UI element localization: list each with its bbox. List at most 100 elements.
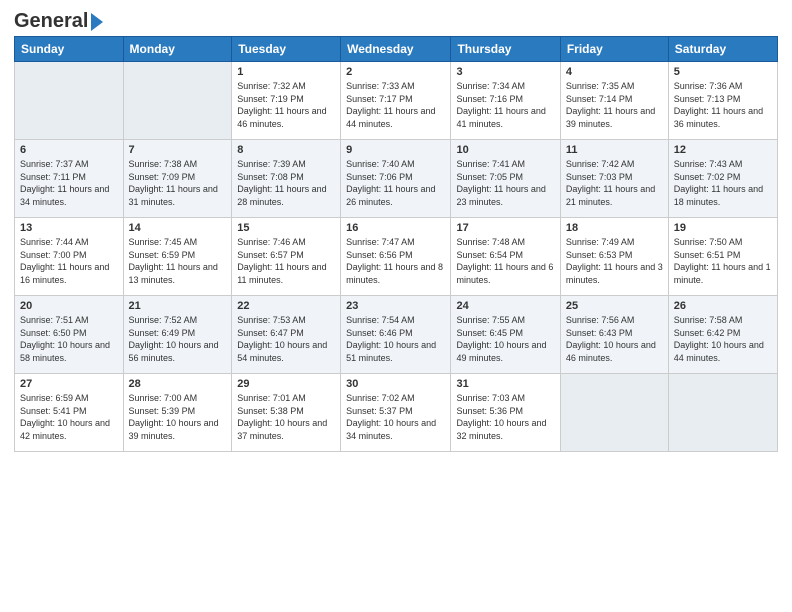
- day-cell: [123, 62, 232, 140]
- day-info: Sunrise: 7:02 AM Sunset: 5:37 PM Dayligh…: [346, 392, 445, 442]
- day-cell: 5 Sunrise: 7:36 AM Sunset: 7:13 PM Daylig…: [668, 62, 777, 140]
- day-cell: 26 Sunrise: 7:58 AM Sunset: 6:42 PM Dayli…: [668, 296, 777, 374]
- day-cell: 24Sunrise: 7:55 AM Sunset: 6:45 PM Dayli…: [451, 296, 560, 374]
- day-info: Sunrise: 7:01 AM Sunset: 5:38 PM Dayligh…: [237, 392, 335, 442]
- day-info: Sunrise: 7:03 AM Sunset: 5:36 PM Dayligh…: [456, 392, 554, 442]
- day-info: Sunrise: 7:32 AM Sunset: 7:19 PM Dayligh…: [237, 80, 335, 130]
- day-cell: 17 Sunrise: 7:48 AM Sunset: 6:54 PM Dayli…: [451, 218, 560, 296]
- day-number: 12: [674, 144, 772, 156]
- week-row-1: 6 Sunrise: 7:37 AM Sunset: 7:11 PM Daylig…: [15, 140, 778, 218]
- day-cell: 15Sunrise: 7:46 AM Sunset: 6:57 PM Dayli…: [232, 218, 341, 296]
- col-header-wednesday: Wednesday: [341, 37, 451, 62]
- day-number: 5: [674, 66, 772, 78]
- day-number: 24: [456, 300, 554, 312]
- day-number: 28: [129, 378, 227, 390]
- day-info: Sunrise: 7:43 AM Sunset: 7:02 PM Dayligh…: [674, 158, 772, 208]
- day-info: Sunrise: 7:58 AM Sunset: 6:42 PM Dayligh…: [674, 314, 772, 364]
- day-number: 20: [20, 300, 118, 312]
- day-number: 9: [346, 144, 445, 156]
- day-number: 16: [346, 222, 445, 234]
- day-number: 6: [20, 144, 118, 156]
- day-cell: 16 Sunrise: 7:47 AM Sunset: 6:56 PM Dayli…: [341, 218, 451, 296]
- day-info: Sunrise: 7:51 AM Sunset: 6:50 PM Dayligh…: [20, 314, 118, 364]
- day-cell: 1 Sunrise: 7:32 AM Sunset: 7:19 PM Daylig…: [232, 62, 341, 140]
- col-header-tuesday: Tuesday: [232, 37, 341, 62]
- day-info: Sunrise: 7:38 AM Sunset: 7:09 PM Dayligh…: [129, 158, 227, 208]
- day-number: 26: [674, 300, 772, 312]
- day-cell: 3 Sunrise: 7:34 AM Sunset: 7:16 PM Daylig…: [451, 62, 560, 140]
- day-cell: [668, 374, 777, 452]
- day-info: Sunrise: 7:37 AM Sunset: 7:11 PM Dayligh…: [20, 158, 118, 208]
- day-info: Sunrise: 7:42 AM Sunset: 7:03 PM Dayligh…: [566, 158, 663, 208]
- day-cell: 12 Sunrise: 7:43 AM Sunset: 7:02 PM Dayli…: [668, 140, 777, 218]
- day-cell: 30 Sunrise: 7:02 AM Sunset: 5:37 PM Dayli…: [341, 374, 451, 452]
- day-cell: 4 Sunrise: 7:35 AM Sunset: 7:14 PM Daylig…: [560, 62, 668, 140]
- day-info: Sunrise: 7:52 AM Sunset: 6:49 PM Dayligh…: [129, 314, 227, 364]
- day-info: Sunrise: 7:53 AM Sunset: 6:47 PM Dayligh…: [237, 314, 335, 364]
- week-row-4: 27 Sunrise: 6:59 AM Sunset: 5:41 PM Dayli…: [15, 374, 778, 452]
- day-cell: 20 Sunrise: 7:51 AM Sunset: 6:50 PM Dayli…: [15, 296, 124, 374]
- day-cell: 28 Sunrise: 7:00 AM Sunset: 5:39 PM Dayli…: [123, 374, 232, 452]
- day-number: 4: [566, 66, 663, 78]
- day-info: Sunrise: 7:54 AM Sunset: 6:46 PM Dayligh…: [346, 314, 445, 364]
- day-number: 23: [346, 300, 445, 312]
- day-info: Sunrise: 6:59 AM Sunset: 5:41 PM Dayligh…: [20, 392, 118, 442]
- day-info: Sunrise: 7:56 AM Sunset: 6:43 PM Dayligh…: [566, 314, 663, 364]
- logo-arrow-icon: [91, 13, 103, 31]
- day-info: Sunrise: 7:44 AM Sunset: 7:00 PM Dayligh…: [20, 236, 118, 286]
- day-cell: 8 Sunrise: 7:39 AM Sunset: 7:08 PM Daylig…: [232, 140, 341, 218]
- day-info: Sunrise: 7:41 AM Sunset: 7:05 PM Dayligh…: [456, 158, 554, 208]
- day-number: 19: [674, 222, 772, 234]
- day-cell: 23 Sunrise: 7:54 AM Sunset: 6:46 PM Dayli…: [341, 296, 451, 374]
- day-info: Sunrise: 7:00 AM Sunset: 5:39 PM Dayligh…: [129, 392, 227, 442]
- day-cell: 31 Sunrise: 7:03 AM Sunset: 5:36 PM Dayli…: [451, 374, 560, 452]
- day-number: 1: [237, 66, 335, 78]
- day-number: 7: [129, 144, 227, 156]
- day-cell: [560, 374, 668, 452]
- header-row: SundayMondayTuesdayWednesdayThursdayFrid…: [15, 37, 778, 62]
- day-number: 22: [237, 300, 335, 312]
- day-cell: 9Sunrise: 7:40 AM Sunset: 7:06 PM Daylig…: [341, 140, 451, 218]
- day-number: 30: [346, 378, 445, 390]
- col-header-friday: Friday: [560, 37, 668, 62]
- day-cell: 21 Sunrise: 7:52 AM Sunset: 6:49 PM Dayli…: [123, 296, 232, 374]
- day-cell: 25 Sunrise: 7:56 AM Sunset: 6:43 PM Dayli…: [560, 296, 668, 374]
- day-number: 2: [346, 66, 445, 78]
- day-info: Sunrise: 7:45 AM Sunset: 6:59 PM Dayligh…: [129, 236, 227, 286]
- day-info: Sunrise: 7:34 AM Sunset: 7:16 PM Dayligh…: [456, 80, 554, 130]
- day-info: Sunrise: 7:47 AM Sunset: 6:56 PM Dayligh…: [346, 236, 445, 286]
- day-cell: 7 Sunrise: 7:38 AM Sunset: 7:09 PM Daylig…: [123, 140, 232, 218]
- day-number: 10: [456, 144, 554, 156]
- day-number: 11: [566, 144, 663, 156]
- day-number: 18: [566, 222, 663, 234]
- day-number: 21: [129, 300, 227, 312]
- day-info: Sunrise: 7:49 AM Sunset: 6:53 PM Dayligh…: [566, 236, 663, 286]
- col-header-sunday: Sunday: [15, 37, 124, 62]
- day-info: Sunrise: 7:39 AM Sunset: 7:08 PM Dayligh…: [237, 158, 335, 208]
- week-row-0: 1 Sunrise: 7:32 AM Sunset: 7:19 PM Daylig…: [15, 62, 778, 140]
- day-number: 8: [237, 144, 335, 156]
- day-cell: 18 Sunrise: 7:49 AM Sunset: 6:53 PM Dayli…: [560, 218, 668, 296]
- day-info: Sunrise: 7:48 AM Sunset: 6:54 PM Dayligh…: [456, 236, 554, 286]
- day-info: Sunrise: 7:35 AM Sunset: 7:14 PM Dayligh…: [566, 80, 663, 130]
- header: General: [14, 10, 778, 30]
- day-number: 25: [566, 300, 663, 312]
- day-number: 3: [456, 66, 554, 78]
- day-number: 27: [20, 378, 118, 390]
- day-info: Sunrise: 7:46 AM Sunset: 6:57 PM Dayligh…: [237, 236, 335, 286]
- day-cell: 22 Sunrise: 7:53 AM Sunset: 6:47 PM Dayli…: [232, 296, 341, 374]
- day-cell: 13 Sunrise: 7:44 AM Sunset: 7:00 PM Dayli…: [15, 218, 124, 296]
- day-info: Sunrise: 7:36 AM Sunset: 7:13 PM Dayligh…: [674, 80, 772, 130]
- day-number: 14: [129, 222, 227, 234]
- day-number: 29: [237, 378, 335, 390]
- day-cell: 6 Sunrise: 7:37 AM Sunset: 7:11 PM Daylig…: [15, 140, 124, 218]
- day-number: 17: [456, 222, 554, 234]
- day-cell: 14 Sunrise: 7:45 AM Sunset: 6:59 PM Dayli…: [123, 218, 232, 296]
- day-number: 13: [20, 222, 118, 234]
- col-header-monday: Monday: [123, 37, 232, 62]
- col-header-saturday: Saturday: [668, 37, 777, 62]
- day-cell: 10 Sunrise: 7:41 AM Sunset: 7:05 PM Dayli…: [451, 140, 560, 218]
- week-row-2: 13 Sunrise: 7:44 AM Sunset: 7:00 PM Dayli…: [15, 218, 778, 296]
- day-number: 31: [456, 378, 554, 390]
- week-row-3: 20 Sunrise: 7:51 AM Sunset: 6:50 PM Dayli…: [15, 296, 778, 374]
